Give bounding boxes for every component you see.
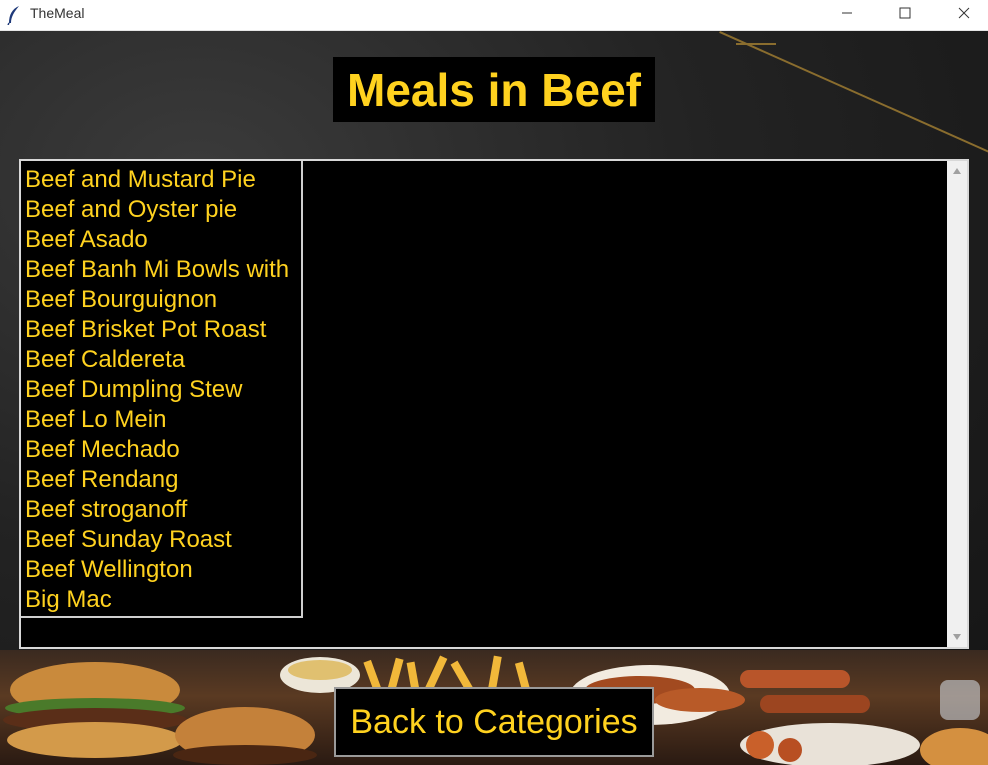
minimize-button[interactable] [824,0,870,30]
scroll-up-button[interactable] [947,161,967,181]
list-item[interactable]: Beef Bourguignon [21,285,301,315]
feather-icon [6,5,22,26]
close-button[interactable] [941,0,987,30]
list-item[interactable]: Beef and Mustard Pie [21,165,301,195]
scroll-up-arrow-icon [952,162,962,180]
list-item[interactable]: Beef Caldereta [21,345,301,375]
back-to-categories-button[interactable]: Back to Categories [334,687,654,757]
list-item[interactable]: Beef and Oyster pie [21,195,301,225]
maximize-button[interactable] [882,0,928,30]
scroll-down-button[interactable] [947,627,967,647]
meals-list-panel: Beef and Mustard Pie Beef and Oyster pie… [19,159,969,649]
maximize-icon [899,6,911,24]
meals-listbox[interactable]: Beef and Mustard Pie Beef and Oyster pie… [21,161,303,618]
list-item[interactable]: Beef Banh Mi Bowls with [21,255,301,285]
minimize-icon [841,6,853,24]
list-item[interactable]: Beef Rendang [21,465,301,495]
window-title: TheMeal [30,5,85,21]
decorative-line [719,31,988,163]
list-item[interactable]: Beef stroganoff [21,495,301,525]
list-item[interactable]: Beef Lo Mein [21,405,301,435]
list-item[interactable]: Beef Wellington [21,555,301,585]
list-item[interactable]: Big Mac [21,585,301,615]
list-item[interactable]: Beef Asado [21,225,301,255]
title-bar: TheMeal [0,0,988,31]
scroll-down-arrow-icon [952,628,962,646]
list-item[interactable]: Beef Brisket Pot Roast [21,315,301,345]
decorative-line [736,43,776,45]
app-window: TheMeal Meals in Beef Beef and Mustard P… [0,0,988,765]
close-icon [958,6,970,24]
vertical-scrollbar[interactable] [947,161,967,647]
page-title: Meals in Beef [333,57,655,122]
list-item[interactable]: Beef Dumpling Stew [21,375,301,405]
list-item[interactable]: Beef Mechado [21,435,301,465]
list-item[interactable]: Beef Sunday Roast [21,525,301,555]
